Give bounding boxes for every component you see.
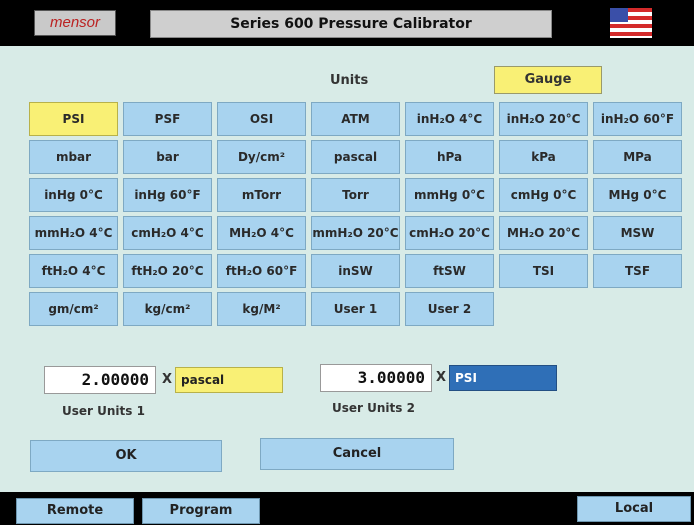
program-button[interactable]: Program [142,498,260,524]
unit-kg-cm2[interactable]: kg/cm² [123,292,212,326]
user-units-2-unit[interactable]: PSI [449,365,557,391]
unit-mmhg-0c[interactable]: mmHg 0°C [405,178,494,212]
unit-msw[interactable]: MSW [593,216,682,250]
unit-mtorr[interactable]: mTorr [217,178,306,212]
unit-mmh2o-4c[interactable]: mmH₂O 4°C [29,216,118,250]
unit-inhg-60f[interactable]: inHg 60°F [123,178,212,212]
unit-fth2o-60f[interactable]: ftH₂O 60°F [217,254,306,288]
title-bar: mensor Series 600 Pressure Calibrator [0,0,694,46]
unit-cmhg-0c[interactable]: cmHg 0°C [499,178,588,212]
gauge-mode-button[interactable]: Gauge [494,66,602,94]
unit-fth2o-4c[interactable]: ftH₂O 4°C [29,254,118,288]
unit-psi[interactable]: PSI [29,102,118,136]
unit-mhg-0c[interactable]: MHg 0°C [593,178,682,212]
cancel-button[interactable]: Cancel [260,438,454,470]
unit-psf[interactable]: PSF [123,102,212,136]
unit-cmh2o-4c[interactable]: cmH₂O 4°C [123,216,212,250]
unit-inh2o-60f[interactable]: inH₂O 60°F [593,102,682,136]
unit-mmh2o-20c[interactable]: mmH₂O 20°C [311,216,400,250]
mensor-logo: mensor [34,10,116,36]
unit-pascal[interactable]: pascal [311,140,400,174]
us-flag-icon[interactable] [610,8,652,38]
unit-kpa[interactable]: kPa [499,140,588,174]
user-units-2-value[interactable]: 3.00000 [320,364,432,392]
user-units-1-label: User Units 1 [62,404,145,418]
calibrator-screen: mensor Series 600 Pressure Calibrator Un… [0,0,694,525]
user-units-2-multiply: X [436,370,447,385]
unit-tsi[interactable]: TSI [499,254,588,288]
status-bar: Remote Program Local [0,492,694,525]
unit-mpa[interactable]: MPa [593,140,682,174]
units-heading: Units [330,73,369,88]
unit-inhg-0c[interactable]: inHg 0°C [29,178,118,212]
unit-osi[interactable]: OSI [217,102,306,136]
remote-button[interactable]: Remote [16,498,134,524]
unit-user-2[interactable]: User 2 [405,292,494,326]
local-button[interactable]: Local [577,496,691,522]
unit-dyne-cm2[interactable]: Dy/cm² [217,140,306,174]
unit-cmh2o-20c[interactable]: cmH₂O 20°C [405,216,494,250]
unit-mh2o-20c[interactable]: MH₂O 20°C [499,216,588,250]
unit-inh2o-4c[interactable]: inH₂O 4°C [405,102,494,136]
unit-mh2o-4c[interactable]: MH₂O 4°C [217,216,306,250]
unit-user-1[interactable]: User 1 [311,292,400,326]
window-title: Series 600 Pressure Calibrator [150,10,552,38]
user-units-1-unit[interactable]: pascal [175,367,283,393]
user-units-1-value[interactable]: 2.00000 [44,366,156,394]
unit-inh2o-20c[interactable]: inH₂O 20°C [499,102,588,136]
unit-tsf[interactable]: TSF [593,254,682,288]
user-units-2-label: User Units 2 [332,401,415,415]
unit-hpa[interactable]: hPa [405,140,494,174]
unit-fth2o-20c[interactable]: ftH₂O 20°C [123,254,212,288]
unit-kg-m2[interactable]: kg/M² [217,292,306,326]
unit-torr[interactable]: Torr [311,178,400,212]
unit-mbar[interactable]: mbar [29,140,118,174]
unit-gm-cm2[interactable]: gm/cm² [29,292,118,326]
user-units-1-multiply: X [162,372,173,387]
unit-bar[interactable]: bar [123,140,212,174]
unit-insw[interactable]: inSW [311,254,400,288]
unit-ftsw[interactable]: ftSW [405,254,494,288]
ok-button[interactable]: OK [30,440,222,472]
unit-atm[interactable]: ATM [311,102,400,136]
